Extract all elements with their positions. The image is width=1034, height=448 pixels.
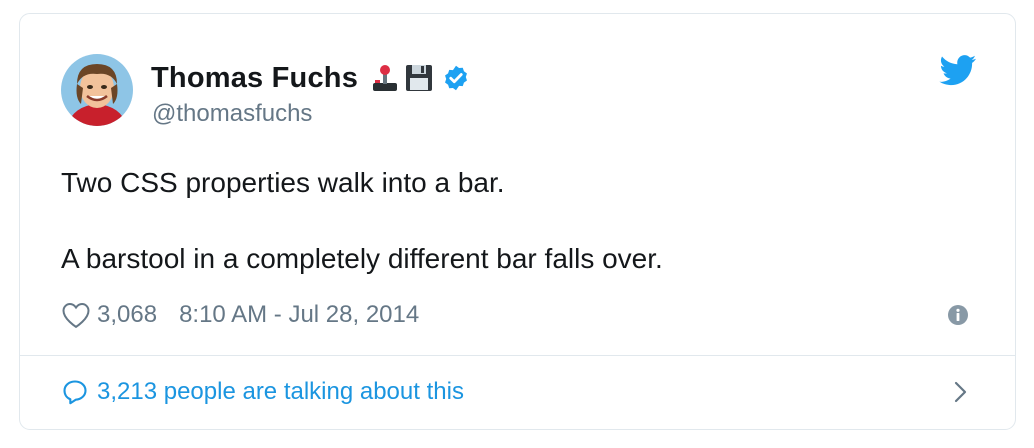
tweet-meta: 3,068 8:10 AM - Jul 28, 2014 [61,297,419,333]
heart-icon[interactable] [61,301,91,329]
verified-badge-icon [442,64,470,92]
tweet-card: Thomas Fuchs @thomasfuchs Two CSS proper… [19,13,1016,430]
talking-count-label[interactable]: 3,213 people are talking about this [97,378,464,406]
author-row: Thomas Fuchs [151,58,470,98]
conversation-link[interactable]: 3,213 people are talking about this [61,370,464,414]
author-handle[interactable]: @thomasfuchs [152,100,312,128]
author-name[interactable]: Thomas Fuchs [151,62,358,95]
tweet-text: Two CSS properties walk into a bar. A ba… [61,164,663,278]
like-count[interactable]: 3,068 [97,301,157,329]
tweet-text-line: A barstool in a completely different bar… [61,243,663,274]
chevron-right-icon[interactable] [951,380,969,409]
speech-bubble-icon [61,378,89,406]
twitter-bird-icon[interactable] [939,55,977,91]
divider [20,355,1015,356]
tweet-text-line: Two CSS properties walk into a bar. [61,167,505,198]
joystick-icon [370,63,400,93]
avatar[interactable] [61,54,133,126]
floppy-disk-icon [404,63,434,93]
tweet-timestamp[interactable]: 8:10 AM - Jul 28, 2014 [179,301,419,329]
info-icon[interactable] [947,304,969,331]
